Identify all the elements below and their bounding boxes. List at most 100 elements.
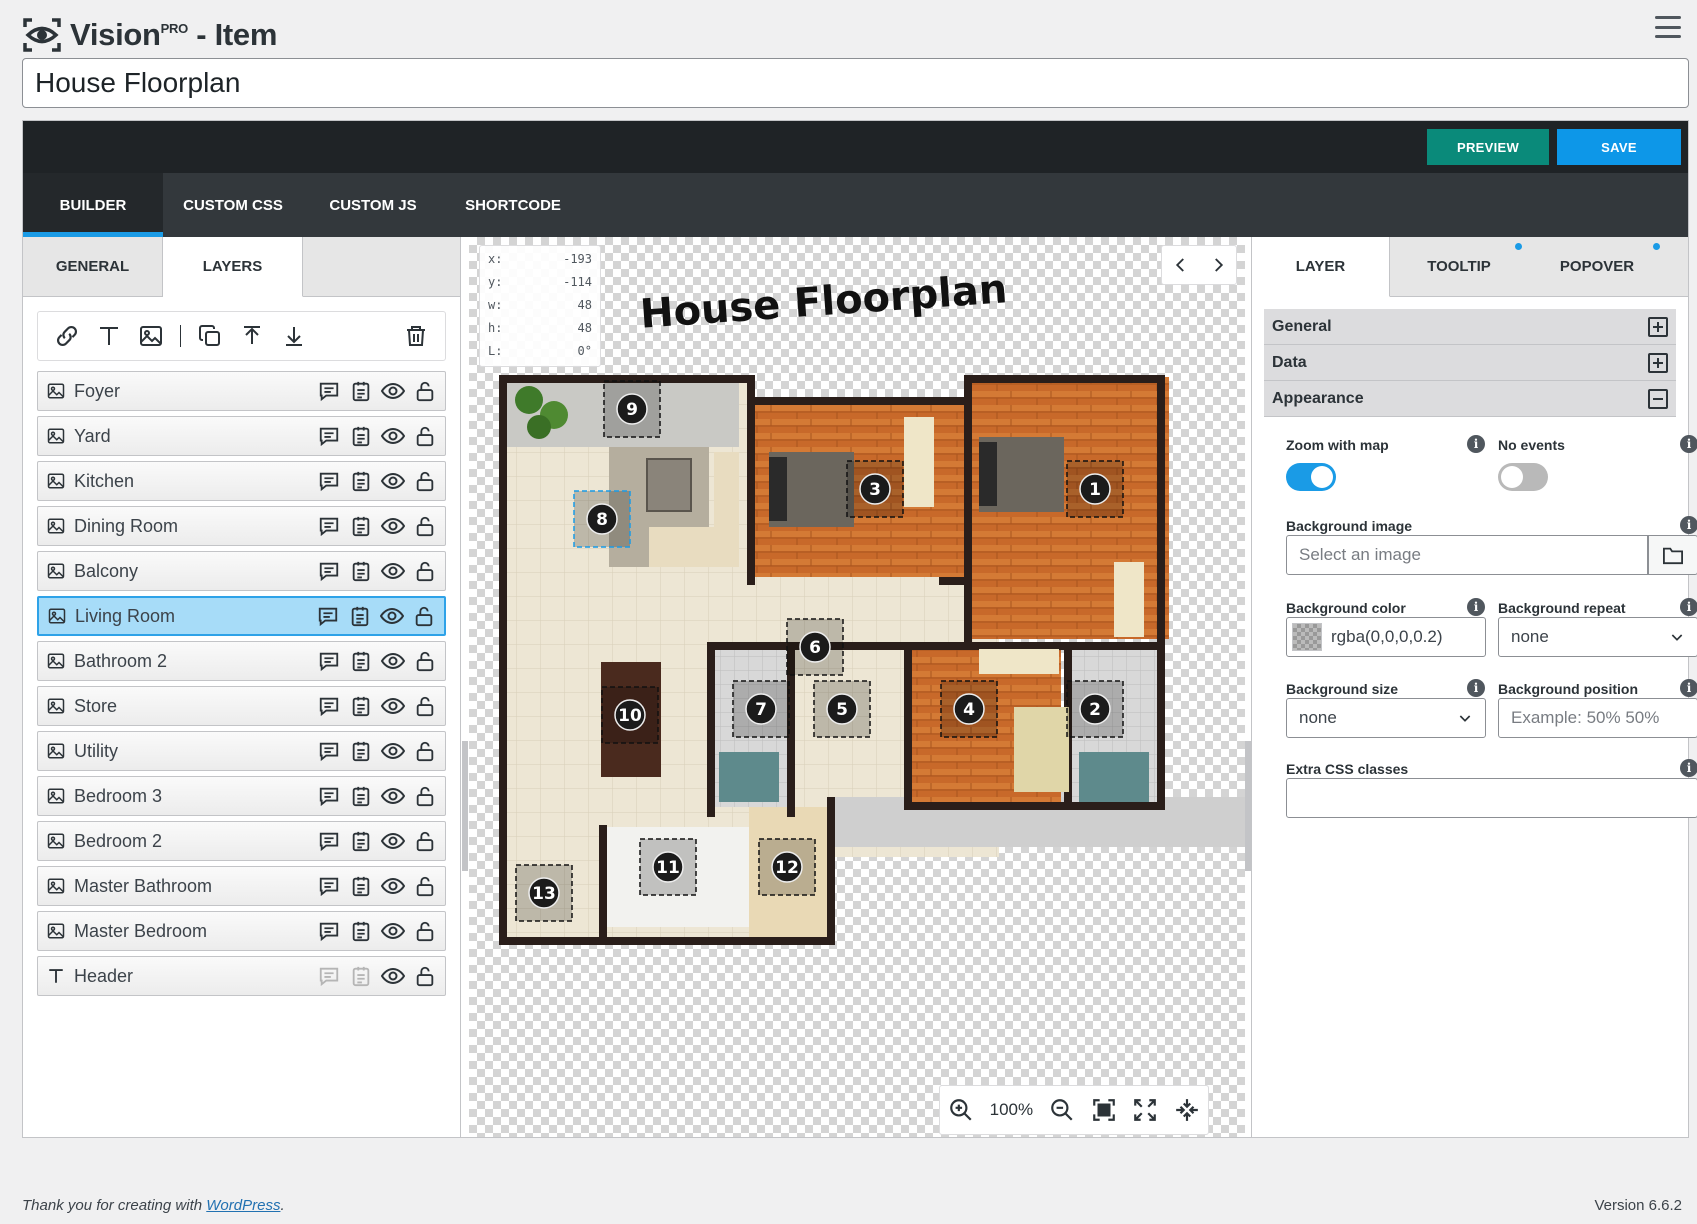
layer-item[interactable]: Bathroom 2: [37, 641, 446, 681]
add-link-icon[interactable]: [46, 316, 88, 356]
layer-item[interactable]: Master Bathroom: [37, 866, 446, 906]
delete-icon[interactable]: [395, 316, 437, 356]
zoom-in-icon[interactable]: [948, 1097, 974, 1123]
info-icon[interactable]: i: [1467, 598, 1485, 616]
bg-position-input[interactable]: Example: 50% 50%: [1498, 698, 1697, 738]
tooltip-icon[interactable]: [317, 649, 341, 673]
fullscreen-icon[interactable]: [1132, 1097, 1158, 1123]
lock-icon[interactable]: [413, 919, 437, 943]
layer-item[interactable]: Bedroom 2: [37, 821, 446, 861]
tooltip-icon[interactable]: [317, 379, 341, 403]
visibility-eye-icon[interactable]: [381, 649, 405, 673]
move-down-icon[interactable]: [273, 316, 315, 356]
save-button[interactable]: SAVE: [1557, 129, 1681, 165]
lock-icon[interactable]: [413, 694, 437, 718]
tab-shortcode[interactable]: SHORTCODE: [443, 173, 583, 237]
tooltip-icon[interactable]: [317, 514, 341, 538]
tooltip-icon[interactable]: [317, 694, 341, 718]
lock-icon[interactable]: [413, 874, 437, 898]
popover-icon[interactable]: [349, 919, 373, 943]
tab-general[interactable]: GENERAL: [23, 237, 163, 296]
lock-icon[interactable]: [413, 964, 437, 988]
add-text-icon[interactable]: [88, 316, 130, 356]
zoom-reset-icon[interactable]: [1091, 1097, 1117, 1123]
visibility-eye-icon[interactable]: [381, 919, 405, 943]
lock-icon[interactable]: [412, 604, 436, 628]
item-title-input[interactable]: House Floorplan: [22, 58, 1689, 108]
layer-item[interactable]: Living Room: [37, 596, 446, 636]
popover-icon[interactable]: [349, 514, 373, 538]
popover-icon[interactable]: [349, 379, 373, 403]
bg-image-input[interactable]: Select an image: [1286, 535, 1648, 575]
info-icon[interactable]: i: [1680, 759, 1697, 777]
layer-item[interactable]: Yard: [37, 416, 446, 456]
popover-icon[interactable]: [349, 784, 373, 808]
tab-custom-css[interactable]: CUSTOM CSS: [163, 173, 303, 237]
lock-icon[interactable]: [413, 739, 437, 763]
tooltip-icon[interactable]: [317, 424, 341, 448]
tab-builder[interactable]: BUILDER: [23, 173, 163, 237]
visibility-eye-icon[interactable]: [381, 514, 405, 538]
section-data[interactable]: Data: [1264, 345, 1676, 381]
visibility-eye-icon[interactable]: [381, 559, 405, 583]
visibility-eye-icon[interactable]: [381, 739, 405, 763]
bg-repeat-select[interactable]: none: [1498, 617, 1697, 657]
info-icon[interactable]: i: [1467, 679, 1485, 697]
visibility-eye-icon[interactable]: [381, 964, 405, 988]
visibility-eye-icon[interactable]: [381, 874, 405, 898]
info-icon[interactable]: i: [1680, 679, 1697, 697]
tooltip-icon[interactable]: [317, 739, 341, 763]
lock-icon[interactable]: [413, 424, 437, 448]
visibility-eye-icon[interactable]: [381, 829, 405, 853]
layer-item[interactable]: Foyer: [37, 371, 446, 411]
visibility-eye-icon[interactable]: [381, 379, 405, 403]
tooltip-icon[interactable]: [317, 874, 341, 898]
folder-icon[interactable]: [1648, 535, 1697, 575]
lock-icon[interactable]: [413, 829, 437, 853]
zoom-out-icon[interactable]: [1049, 1097, 1075, 1123]
popover-icon[interactable]: [349, 964, 373, 988]
tooltip-icon[interactable]: [317, 784, 341, 808]
chevron-left-icon[interactable]: [1172, 256, 1190, 274]
tooltip-icon[interactable]: [317, 919, 341, 943]
section-general[interactable]: General: [1264, 309, 1676, 345]
layer-item[interactable]: Store: [37, 686, 446, 726]
chevron-right-icon[interactable]: [1209, 256, 1227, 274]
zoom-with-map-toggle[interactable]: [1286, 463, 1336, 491]
extra-css-input[interactable]: [1286, 778, 1697, 818]
lock-icon[interactable]: [413, 379, 437, 403]
popover-icon[interactable]: [349, 739, 373, 763]
bg-size-select[interactable]: none: [1286, 698, 1486, 738]
move-up-icon[interactable]: [231, 316, 273, 356]
popover-icon[interactable]: [349, 829, 373, 853]
tab-custom-js[interactable]: CUSTOM JS: [303, 173, 443, 237]
hamburger-menu-icon[interactable]: [1655, 16, 1681, 38]
tab-tooltip[interactable]: TOOLTIP: [1390, 237, 1528, 296]
add-image-icon[interactable]: [130, 316, 172, 356]
layer-item[interactable]: Dining Room: [37, 506, 446, 546]
collapse-icon[interactable]: [1174, 1097, 1200, 1123]
tab-layers[interactable]: LAYERS: [163, 237, 303, 297]
lock-icon[interactable]: [413, 784, 437, 808]
tooltip-icon[interactable]: [317, 964, 341, 988]
tooltip-icon[interactable]: [316, 604, 340, 628]
popover-icon[interactable]: [349, 424, 373, 448]
popover-icon[interactable]: [349, 649, 373, 673]
layer-item[interactable]: Kitchen: [37, 461, 446, 501]
popover-icon[interactable]: [348, 604, 372, 628]
layer-item[interactable]: Utility: [37, 731, 446, 771]
color-swatch[interactable]: [1292, 623, 1322, 651]
layer-item[interactable]: Balcony: [37, 551, 446, 591]
popover-icon[interactable]: [349, 559, 373, 583]
map-canvas[interactable]: House Floorplan 1 2 3 4 5 6 7 8 9 10 11 12 13 x: -193 …: [469, 237, 1245, 1137]
preview-button[interactable]: PREVIEW: [1427, 129, 1549, 165]
popover-icon[interactable]: [349, 469, 373, 493]
info-icon[interactable]: i: [1680, 516, 1697, 534]
info-icon[interactable]: i: [1680, 598, 1697, 616]
info-icon[interactable]: i: [1467, 435, 1485, 453]
wordpress-link[interactable]: WordPress: [206, 1197, 280, 1214]
popover-icon[interactable]: [349, 694, 373, 718]
layer-item[interactable]: Header: [37, 956, 446, 996]
tab-popover[interactable]: POPOVER: [1528, 237, 1666, 296]
tooltip-icon[interactable]: [317, 469, 341, 493]
